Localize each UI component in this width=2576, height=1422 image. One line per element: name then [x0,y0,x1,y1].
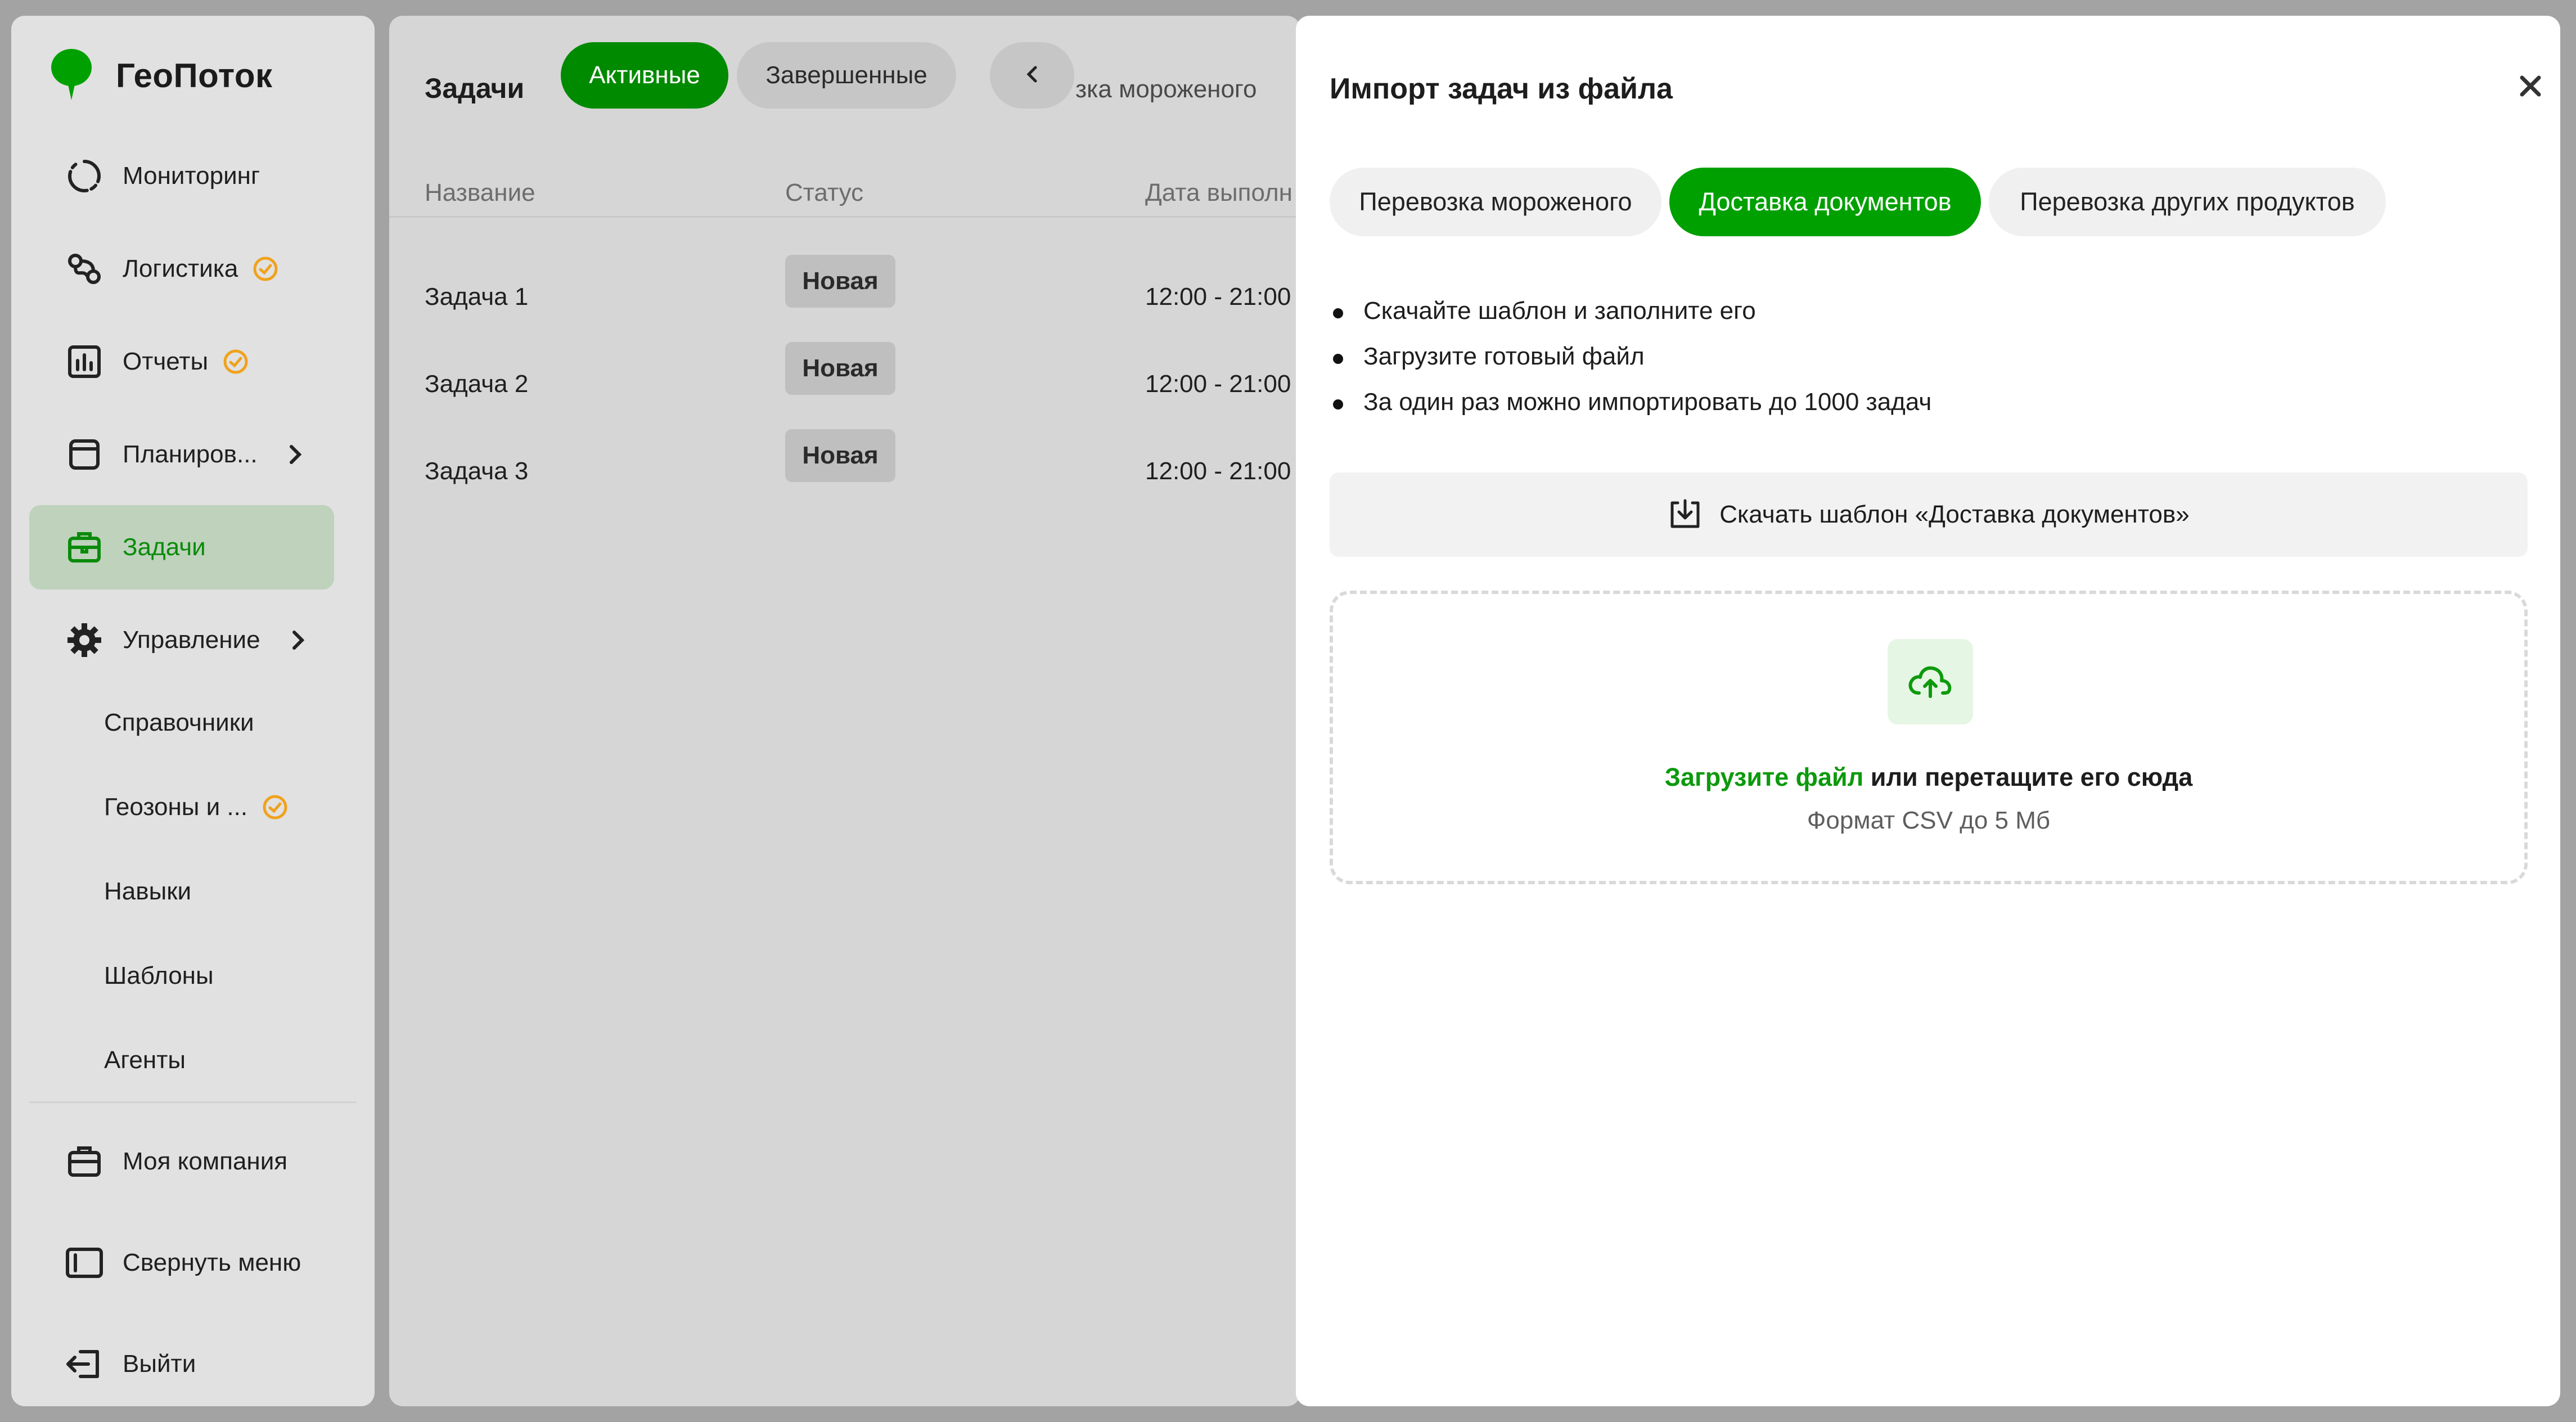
sidebar-item-label: Планиров... [123,440,258,468]
template-tab-ice-cream[interactable]: Перевозка мороженого [1330,168,1661,236]
sidebar-subitem-label: Навыки [104,878,192,905]
sidebar-item-label: Отчеты [123,348,209,375]
dropzone-format-hint: Формат CSV до 5 Мб [1807,807,2051,834]
task-date: 12:00 - 21:00 [1145,283,1291,310]
sidebar-item-label: Логистика [123,255,238,282]
column-header-name[interactable]: Название [425,179,535,207]
instruction-item: Скачайте шаблон и заполните его [1330,297,1931,343]
sidebar: ГеоПоток Мониторинг Логистика Отчеты Пла… [11,16,375,1406]
sidebar-item-label: Свернуть меню [123,1249,301,1276]
sidebar-item-label: Моя компания [123,1148,288,1175]
sidebar-item-label: Выйти [123,1350,196,1378]
page-title: Задачи [425,73,525,104]
task-date: 12:00 - 21:00 [1145,457,1291,485]
scroll-left-button[interactable] [990,42,1074,109]
header-divider [389,216,1300,218]
app-name: ГеоПоток [116,57,273,94]
chevron-right-icon[interactable] [287,443,304,466]
gear-icon [63,619,106,662]
sidebar-item-reports[interactable]: Отчеты [29,320,334,404]
close-icon [2519,74,2542,101]
sidebar-subitem-geozones[interactable]: Геозоны и ... [104,793,288,821]
download-template-button[interactable]: Скачать шаблон «Доставка документов» [1330,472,2528,557]
status-badge: Новая [785,342,895,395]
tab-completed[interactable]: Завершенные [737,42,956,109]
sidebar-item-management[interactable]: Управление [29,598,334,682]
sidebar-item-label: Управление [123,626,260,654]
sidebar-subitem-label: Агенты [104,1046,186,1074]
sidebar-subitem-agents[interactable]: Агенты [104,1046,186,1074]
status-badge: Новая [785,255,895,308]
sidebar-item-logout[interactable]: Выйти [29,1322,334,1406]
sidebar-item-planning[interactable]: Планиров... [29,412,334,497]
dropzone-caption: Загрузите файл или перетащите его сюда [1333,763,2524,792]
upload-file-link[interactable]: Загрузите файл [1665,763,1864,791]
sidebar-subitem-skills[interactable]: Навыки [104,878,191,906]
clock-badge-icon [223,349,249,375]
sidebar-item-my-company[interactable]: Моя компания [29,1119,334,1204]
sidebar-item-tasks[interactable]: Задачи [29,505,334,590]
logout-icon [63,1343,106,1385]
logistics-icon [63,248,106,290]
template-tab-other-products[interactable]: Перевозка других продуктов [1989,168,2386,236]
chevron-left-icon [1025,64,1039,87]
dropzone-caption-text: или перетащите его сюда [1863,763,2193,791]
sidebar-subitem-label: Шаблоны [104,962,214,989]
column-header-status[interactable]: Статус [785,179,863,207]
tab-active[interactable]: Активные [561,42,728,109]
monitoring-icon [63,155,106,197]
geo-pin-logo-icon [51,48,92,103]
chevron-right-icon[interactable] [290,629,307,651]
cloud-upload-icon [1888,639,1973,724]
download-icon [1668,498,1703,531]
planning-icon [63,433,106,476]
reports-icon [63,340,106,383]
clock-badge-icon [253,256,278,282]
sidebar-subitem-label: Геозоны и ... [104,793,248,821]
file-dropzone[interactable]: Загрузите файл или перетащите его сюда Ф… [1330,591,2528,884]
instruction-item: Загрузите готовый файл [1330,343,1931,388]
instructions-list: Скачайте шаблон и заполните его Загрузит… [1330,297,1931,434]
status-badge: Новая [785,429,895,482]
close-button[interactable] [2505,62,2556,112]
sidebar-item-logistics[interactable]: Логистика [29,227,334,311]
task-name[interactable]: Задача 3 [425,457,528,485]
sidebar-subitem-directories[interactable]: Справочники [104,709,254,737]
clock-badge-icon [262,794,288,820]
modal-title: Импорт задач из файла [1330,73,1673,105]
task-date: 12:00 - 21:00 [1145,370,1291,398]
instruction-item: За один раз можно импортировать до 1000 … [1330,388,1931,434]
tasks-icon [63,526,106,569]
task-name[interactable]: Задача 1 [425,283,528,311]
task-name[interactable]: Задача 2 [425,370,528,398]
company-icon [63,1140,106,1183]
template-tab-documents[interactable]: Доставка документов [1669,168,1981,236]
app-logo[interactable]: ГеоПоток [51,48,273,103]
download-template-label: Скачать шаблон «Доставка документов» [1719,501,2190,528]
column-header-date[interactable]: Дата выполн [1145,179,1292,207]
collapse-menu-icon [63,1241,106,1284]
sidebar-item-monitoring[interactable]: Мониторинг [29,134,334,218]
sidebar-item-label: Мониторинг [123,162,260,190]
sidebar-divider [29,1101,357,1103]
sidebar-subitem-label: Справочники [104,709,254,736]
sidebar-subitem-templates[interactable]: Шаблоны [104,962,214,990]
sidebar-item-collapse-menu[interactable]: Свернуть меню [29,1221,334,1305]
category-tab-partial[interactable]: зка мороженого [1075,75,1257,104]
import-modal: Импорт задач из файла Перевозка морожено… [1296,16,2560,1406]
main-content: Задачи Активные Завершенные зка морожено… [389,16,1300,1406]
sidebar-item-label: Задачи [123,533,206,561]
